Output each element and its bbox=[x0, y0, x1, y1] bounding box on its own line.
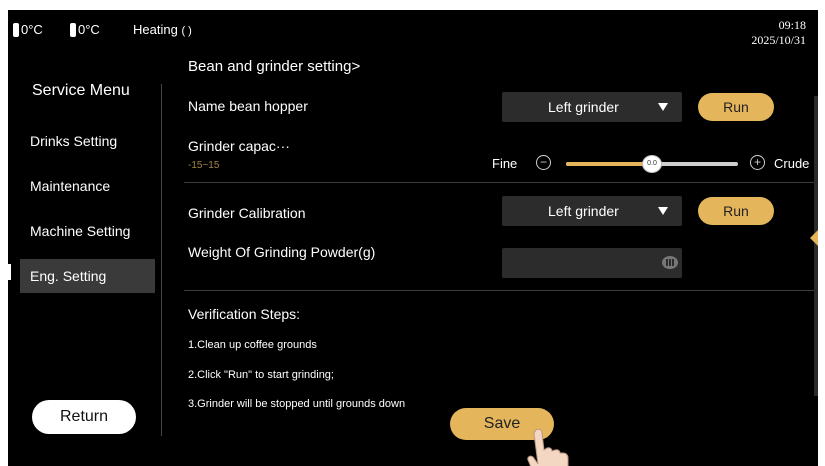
grinder-calibration-label: Grinder Calibration bbox=[188, 205, 306, 221]
temperature-2: 0°C bbox=[78, 22, 100, 37]
hand-pointer-icon bbox=[527, 428, 569, 466]
device-screen: 0°C 0°C Heating ( ) 09:18 2025/10/31 Ser… bbox=[8, 10, 818, 466]
side-drawer-handle[interactable] bbox=[810, 230, 818, 246]
grinder-capacity-slider-row: Fine − 0.0 + Crude bbox=[488, 152, 818, 174]
grinder-capacity-slider[interactable]: 0.0 bbox=[566, 155, 738, 173]
heating-status: Heating ( ) bbox=[133, 22, 192, 37]
grinder-calibration-run-button[interactable]: Run bbox=[698, 197, 774, 225]
temperature-1: 0°C bbox=[21, 22, 43, 37]
clock: 09:18 2025/10/31 bbox=[751, 18, 806, 48]
bean-hopper-label: Name bean hopper bbox=[188, 98, 308, 114]
verification-step: 2.Click "Run" to start grinding; bbox=[188, 369, 334, 381]
scroll-track[interactable] bbox=[814, 96, 818, 396]
thermometer-icon bbox=[13, 23, 19, 37]
slider-thumb[interactable]: 0.0 bbox=[642, 155, 662, 173]
bean-hopper-select[interactable]: Left grinder bbox=[502, 92, 682, 122]
verification-title: Verification Steps: bbox=[188, 306, 301, 322]
grinder-capacity-range: -15~15 bbox=[188, 160, 220, 171]
bean-hopper-selected: Left grinder bbox=[548, 99, 619, 115]
sidebar-item-maintenance[interactable]: Maintenance bbox=[20, 169, 155, 203]
heating-label: Heating bbox=[133, 22, 178, 37]
sidebar-divider bbox=[161, 84, 162, 436]
weight-label: Weight Of Grinding Powder(g) bbox=[188, 244, 376, 260]
sidebar-item-drinks-setting[interactable]: Drinks Setting bbox=[20, 124, 155, 158]
slider-fill bbox=[566, 162, 652, 166]
clock-date: 2025/10/31 bbox=[751, 33, 806, 47]
sidebar-item-machine-setting[interactable]: Machine Setting bbox=[20, 214, 155, 248]
slider-max-label: Crude bbox=[774, 156, 810, 171]
grinder-calibration-select[interactable]: Left grinder bbox=[502, 196, 682, 226]
return-button[interactable]: Return bbox=[32, 400, 136, 434]
grinder-capacity-label: Grinder capac··· bbox=[188, 138, 290, 154]
weight-input[interactable] bbox=[502, 248, 682, 278]
slider-min-label: Fine bbox=[492, 156, 518, 171]
row-divider bbox=[184, 182, 818, 183]
sidebar: Service Menu Drinks Setting Maintenance … bbox=[8, 52, 163, 466]
heating-spinner-icon: ( ) bbox=[181, 25, 192, 37]
section-title: Bean and grinder setting> bbox=[188, 58, 361, 75]
sidebar-item-eng-setting[interactable]: Eng. Setting bbox=[20, 259, 155, 293]
chevron-down-icon bbox=[658, 207, 668, 215]
bean-hopper-run-button[interactable]: Run bbox=[698, 93, 774, 121]
minus-circle-icon[interactable]: − bbox=[536, 155, 551, 170]
grinder-calibration-selected: Left grinder bbox=[548, 203, 619, 219]
row-divider bbox=[184, 290, 818, 291]
status-bar: 0°C 0°C Heating ( ) 09:18 2025/10/31 bbox=[8, 10, 818, 52]
keyboard-icon[interactable] bbox=[662, 256, 678, 269]
main-panel: Bean and grinder setting> Name bean hopp… bbox=[168, 52, 818, 466]
active-item-marker bbox=[8, 264, 11, 280]
verification-step: 1.Clean up coffee grounds bbox=[188, 339, 317, 351]
sidebar-title: Service Menu bbox=[32, 82, 130, 99]
plus-circle-icon[interactable]: + bbox=[750, 155, 765, 170]
chevron-down-icon bbox=[658, 103, 668, 111]
clock-time: 09:18 bbox=[778, 18, 806, 32]
thermometer-icon bbox=[70, 23, 76, 37]
verification-step: 3.Grinder will be stopped until grounds … bbox=[188, 398, 406, 410]
